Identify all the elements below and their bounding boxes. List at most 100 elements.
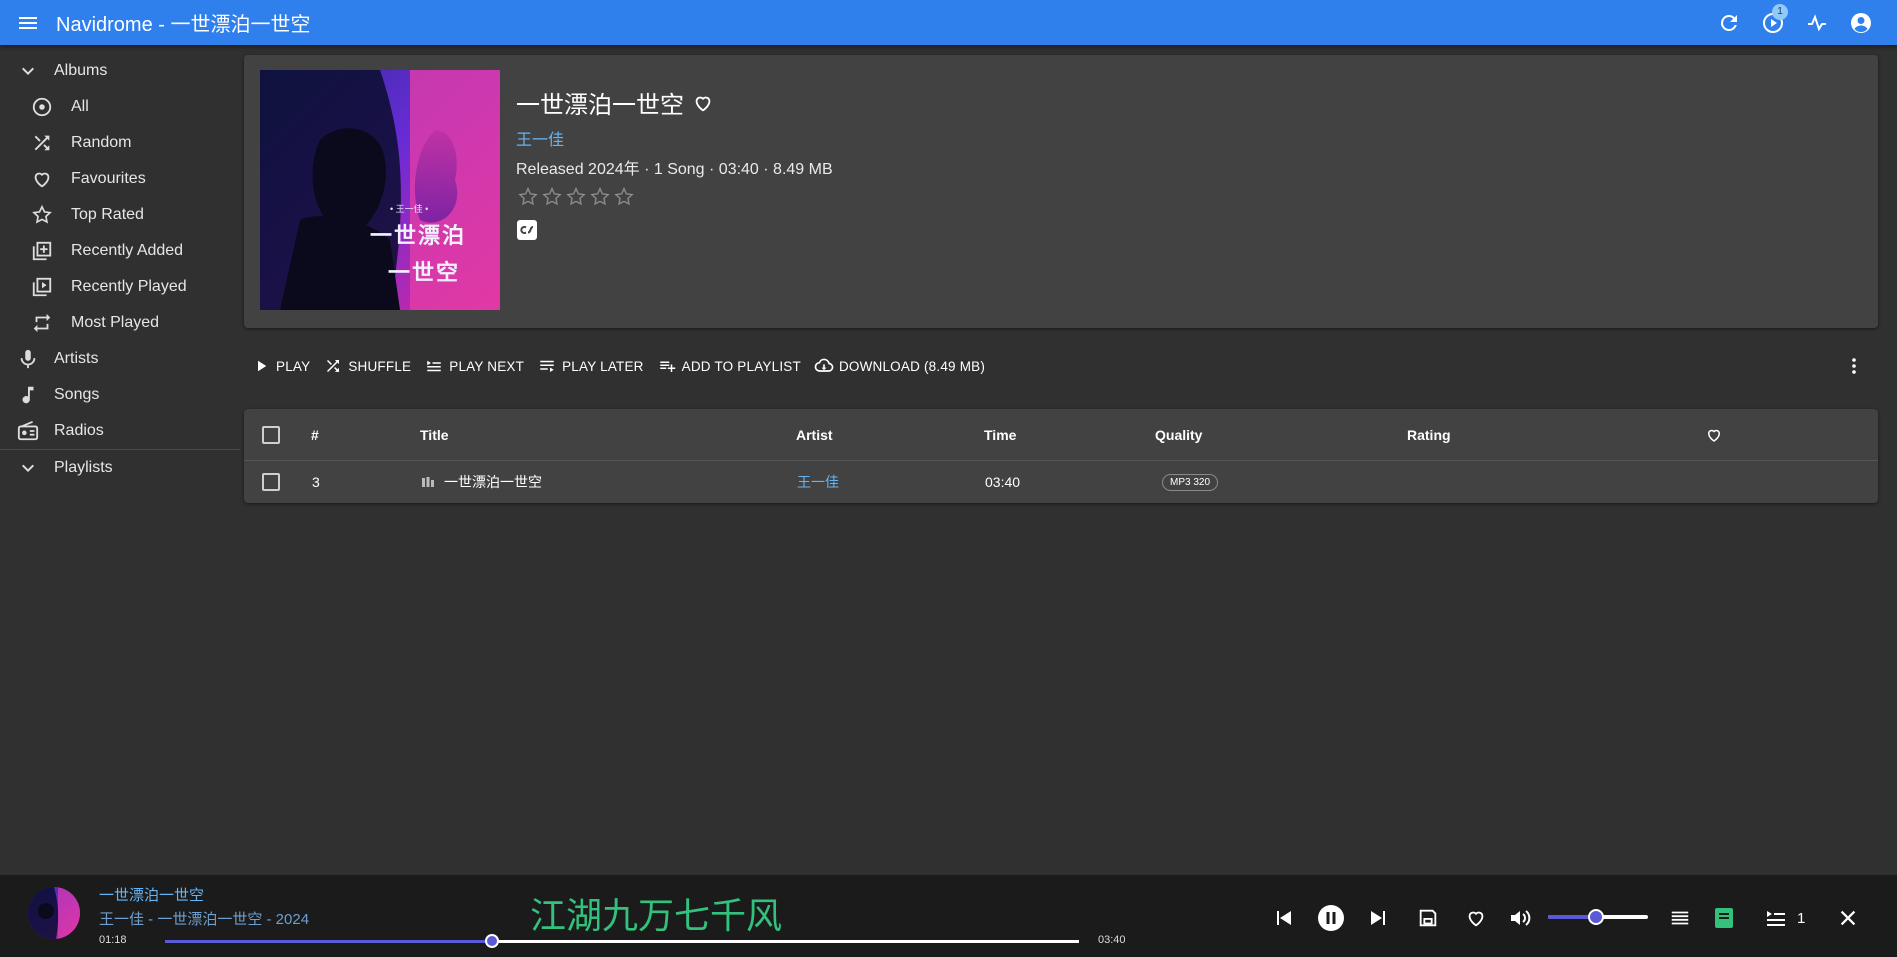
skip-next-icon[interactable] xyxy=(1364,903,1394,933)
album-title-row: 一世漂泊一世空 xyxy=(516,85,833,120)
skip-previous-icon[interactable] xyxy=(1268,903,1298,933)
player-progress-knob[interactable] xyxy=(485,934,500,948)
row-checkbox[interactable] xyxy=(262,473,280,491)
menu-icon[interactable] xyxy=(14,9,42,37)
cloud-download-icon xyxy=(813,355,835,377)
close-icon[interactable] xyxy=(1833,903,1863,933)
download-button-label: DOWNLOAD (8.49 MB) xyxy=(838,358,986,374)
play-later-button[interactable]: PLAY LATER xyxy=(530,350,650,382)
sidebar-item-recently-added[interactable]: Recently Added xyxy=(0,233,240,269)
star-outline-icon[interactable] xyxy=(516,185,540,209)
sidebar-item-radios[interactable]: Radios xyxy=(0,413,240,449)
sidebar-item-all[interactable]: All xyxy=(0,89,240,125)
star-outline-icon[interactable] xyxy=(588,185,612,209)
star-outline-icon[interactable] xyxy=(612,185,636,209)
player-bar: 一世漂泊一世空 王一佳 - 一世漂泊一世空 - 2024 江湖九万七千风 01:… xyxy=(0,875,1897,957)
player-track-title[interactable]: 一世漂泊一世空 xyxy=(99,884,204,905)
select-all-checkbox[interactable] xyxy=(262,425,280,444)
album-details-card: • 王一佳 • 一世漂泊 一世空 一世漂泊一世空 王一佳 Released 20… xyxy=(244,55,1878,328)
column-header-title[interactable]: Title xyxy=(420,409,449,460)
play-next-button[interactable]: PLAY NEXT xyxy=(417,350,530,382)
volume-slider-knob[interactable] xyxy=(1588,909,1604,925)
sidebar-item-top-rated[interactable]: Top Rated xyxy=(0,197,240,233)
queue-later-icon xyxy=(536,355,558,377)
column-header-time[interactable]: Time xyxy=(984,409,1016,460)
player-current-time: 01:18 xyxy=(99,934,127,946)
sidebar-item-label: Albums xyxy=(54,62,108,79)
account-icon[interactable] xyxy=(1839,1,1883,45)
star-outline-icon[interactable] xyxy=(540,185,564,209)
sidebar: Albums All Random Favourites Top Rated R… xyxy=(0,45,240,875)
select-all-cell xyxy=(262,409,280,460)
album-cover[interactable]: • 王一佳 • 一世漂泊 一世空 xyxy=(260,70,500,310)
mic-icon xyxy=(16,347,40,371)
quality-badge: MP3 320 xyxy=(1162,473,1219,491)
play-later-button-label: PLAY LATER xyxy=(562,358,644,374)
download-button[interactable]: DOWNLOAD (8.49 MB) xyxy=(807,350,991,382)
playlist-icon[interactable] xyxy=(1665,903,1695,933)
sidebar-item-label: All xyxy=(71,98,89,115)
sidebar-item-playlists[interactable]: Playlists xyxy=(0,450,240,486)
album-icon xyxy=(30,95,54,119)
pause-icon[interactable] xyxy=(1316,903,1346,933)
lyrics-icon[interactable] xyxy=(1709,903,1739,933)
sidebar-item-favourites[interactable]: Favourites xyxy=(0,161,240,197)
queue-badge: 1 xyxy=(1772,3,1788,20)
column-header-artist[interactable]: Artist xyxy=(796,409,833,460)
favorite-heart-icon[interactable] xyxy=(690,90,716,116)
shuffle-button[interactable]: SHUFFLE xyxy=(316,350,417,382)
sidebar-item-songs[interactable]: Songs xyxy=(0,377,240,413)
shuffle-icon xyxy=(322,355,344,377)
album-rating[interactable] xyxy=(516,185,833,209)
play-queue-icon[interactable]: 1 xyxy=(1751,1,1795,45)
add-to-playlist-button[interactable]: ADD TO PLAYLIST xyxy=(650,350,807,382)
refresh-icon[interactable] xyxy=(1707,1,1751,45)
sidebar-item-label: Songs xyxy=(54,386,100,403)
album-meta: Released 2024年 · 1 Song · 03:40 · 8.49 M… xyxy=(516,161,833,178)
shuffle-button-label: SHUFFLE xyxy=(348,358,412,374)
save-icon[interactable] xyxy=(1413,903,1443,933)
track-title: 一世漂泊一世空 xyxy=(444,474,542,490)
table-row[interactable]: 3 一世漂泊一世空 王一佳 03:40 MP3 320 xyxy=(244,461,1878,503)
sidebar-item-artists[interactable]: Artists xyxy=(0,341,240,377)
column-header-number[interactable]: # xyxy=(311,409,319,460)
player-progress-bar[interactable] xyxy=(165,934,1079,948)
app-bar-actions: 1 xyxy=(1707,1,1883,45)
album-artist-link[interactable]: 王一佳 xyxy=(516,126,833,150)
play-next-button-label: PLAY NEXT xyxy=(449,358,525,374)
queue-count: 1 xyxy=(1797,910,1806,927)
cover-artist-text: • 王一佳 • xyxy=(390,204,429,214)
column-header-quality[interactable]: Quality xyxy=(1155,409,1202,460)
play-button-label: PLAY xyxy=(276,358,311,374)
sidebar-item-most-played[interactable]: Most Played xyxy=(0,305,240,341)
app-bar: Navidrome - 一世漂泊一世空 1 xyxy=(0,0,1897,45)
sidebar-item-label: Playlists xyxy=(54,459,113,476)
track-time: 03:40 xyxy=(985,474,1021,490)
star-outline-icon[interactable] xyxy=(564,185,588,209)
library-add-icon xyxy=(30,239,54,263)
add-to-playlist-button-label: ADD TO PLAYLIST xyxy=(681,358,801,374)
sidebar-item-label: Radios xyxy=(54,422,104,439)
lastfm-icon[interactable] xyxy=(516,219,538,241)
more-vert-icon[interactable] xyxy=(1840,352,1868,380)
player-total-time: 03:40 xyxy=(1098,934,1126,946)
volume-icon[interactable] xyxy=(1506,903,1536,933)
player-cover-thumbnail[interactable] xyxy=(28,887,80,939)
repeat-icon xyxy=(30,311,54,335)
volume-slider[interactable] xyxy=(1548,909,1648,925)
column-header-favorite[interactable] xyxy=(1705,409,1723,460)
play-next-icon xyxy=(423,355,445,377)
sidebar-item-random[interactable]: Random xyxy=(0,125,240,161)
heart-icon xyxy=(1705,426,1723,444)
activity-icon[interactable] xyxy=(1795,1,1839,45)
sidebar-item-albums[interactable]: Albums xyxy=(0,53,240,89)
cover-title-line2: 一世空 xyxy=(388,260,461,285)
column-header-rating[interactable]: Rating xyxy=(1407,409,1451,460)
play-queue-icon[interactable] xyxy=(1761,903,1791,933)
track-artist-link[interactable]: 王一佳 xyxy=(797,461,839,503)
sidebar-item-label: Recently Played xyxy=(71,278,187,295)
play-button[interactable]: PLAY xyxy=(244,350,316,382)
heart-icon[interactable] xyxy=(1461,903,1491,933)
sidebar-item-recently-played[interactable]: Recently Played xyxy=(0,269,240,305)
star-icon xyxy=(30,203,54,227)
